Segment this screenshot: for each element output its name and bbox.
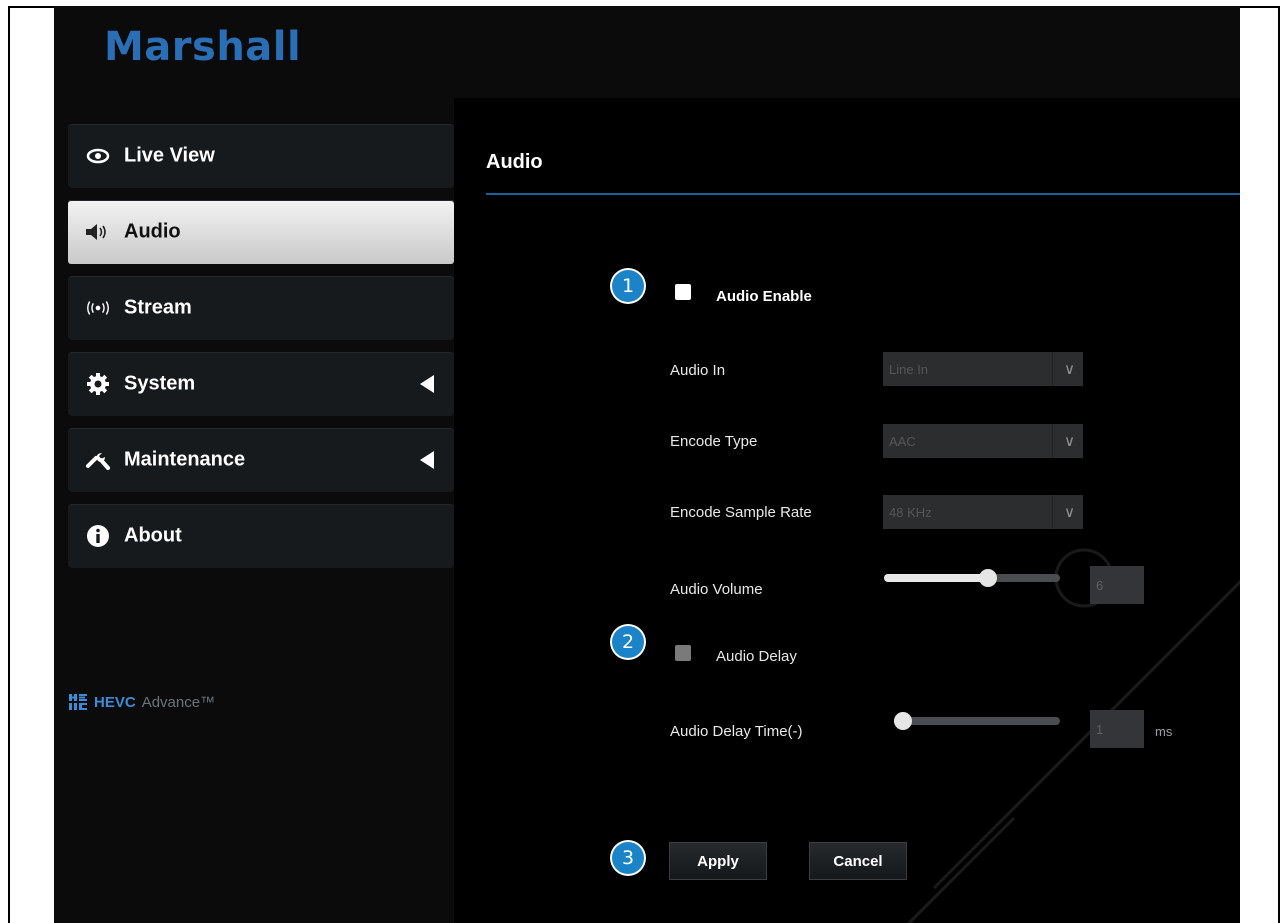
encode-type-value: AAC (889, 434, 916, 449)
hevc-advance-text: Advance™ (141, 693, 216, 711)
broadcast-icon (84, 295, 112, 321)
callout-badge-2: 2 (612, 626, 644, 658)
eye-icon (84, 143, 112, 169)
audio-delay-checkbox[interactable] (675, 645, 691, 661)
expand-arrow-icon (420, 375, 434, 393)
sidebar-item-label: Stream (124, 296, 192, 319)
hevc-advance-logo: HEVC Advance™ (68, 692, 215, 712)
encode-sample-rate-value: 48 KHz (889, 505, 932, 520)
title-divider (486, 193, 1240, 195)
expand-arrow-icon (420, 451, 434, 469)
audio-delay-time-slider-handle[interactable] (894, 712, 912, 730)
audio-volume-slider-fill (884, 574, 988, 582)
select-divider (1052, 424, 1053, 458)
encode-sample-rate-select[interactable]: 48 KHz ∨ (883, 495, 1083, 529)
watermark (906, 548, 1240, 923)
sidebar-item-label: Live View (124, 144, 215, 167)
sidebar-item-live-view[interactable]: Live View (68, 124, 454, 188)
sidebar-item-label: System (124, 372, 196, 395)
callout-badge-1: 1 (612, 270, 644, 302)
audio-volume-input[interactable]: 6 (1090, 566, 1144, 604)
speaker-icon (84, 219, 112, 245)
main-panel: Audio Audio Enable Audio In Line In ∨ En… (454, 98, 1240, 923)
audio-delay-time-slider[interactable] (894, 712, 1060, 730)
sidebar-item-maintenance[interactable]: Maintenance (68, 428, 454, 492)
select-divider (1052, 352, 1053, 386)
hevc-mark-icon (69, 694, 87, 710)
audio-delay-time-unit: ms (1155, 724, 1173, 739)
encode-type-label: Encode Type (670, 433, 758, 450)
gear-icon (84, 371, 112, 397)
wrench-icon (84, 447, 112, 473)
chevron-down-icon: ∨ (1064, 433, 1075, 450)
sidebar: Live View Audio Stream System Maintenanc… (68, 124, 454, 580)
chevron-down-icon: ∨ (1064, 361, 1075, 378)
audio-in-label: Audio In (670, 362, 726, 379)
audio-volume-slider[interactable] (884, 569, 1060, 587)
audio-in-value: Line In (889, 362, 929, 377)
audio-delay-label: Audio Delay (716, 648, 797, 665)
audio-delay-time-input[interactable]: 1 (1090, 710, 1144, 748)
encode-sample-rate-label: Encode Sample Rate (670, 504, 812, 521)
sidebar-item-system[interactable]: System (68, 352, 454, 416)
audio-delay-time-value: 1 (1096, 722, 1104, 737)
sidebar-item-about[interactable]: About (68, 504, 454, 568)
hevc-text: HEVC (94, 693, 136, 711)
app-window: Marshall Live View Audio Stream System M… (54, 6, 1240, 923)
audio-delay-time-label: Audio Delay Time(-) (670, 723, 803, 740)
sidebar-item-stream[interactable]: Stream (68, 276, 454, 340)
callout-badge-3: 3 (612, 842, 644, 874)
select-divider (1052, 495, 1053, 529)
audio-volume-value: 6 (1096, 578, 1104, 593)
marshall-logo: Marshall (104, 24, 302, 70)
audio-volume-label: Audio Volume (670, 581, 763, 598)
page-title: Audio (486, 151, 543, 173)
audio-enable-checkbox[interactable] (675, 284, 691, 300)
chevron-down-icon: ∨ (1064, 504, 1075, 521)
apply-button[interactable]: Apply (669, 842, 767, 880)
cancel-button[interactable]: Cancel (809, 842, 907, 880)
audio-volume-slider-handle[interactable] (979, 569, 997, 587)
audio-in-select[interactable]: Line In ∨ (883, 352, 1083, 386)
audio-enable-label: Audio Enable (716, 288, 812, 305)
encode-type-select[interactable]: AAC ∨ (883, 424, 1083, 458)
sidebar-item-label: About (124, 524, 182, 547)
info-icon (84, 523, 112, 549)
sidebar-item-label: Audio (124, 220, 181, 243)
sidebar-item-audio[interactable]: Audio (68, 200, 454, 264)
sidebar-item-label: Maintenance (124, 448, 246, 471)
